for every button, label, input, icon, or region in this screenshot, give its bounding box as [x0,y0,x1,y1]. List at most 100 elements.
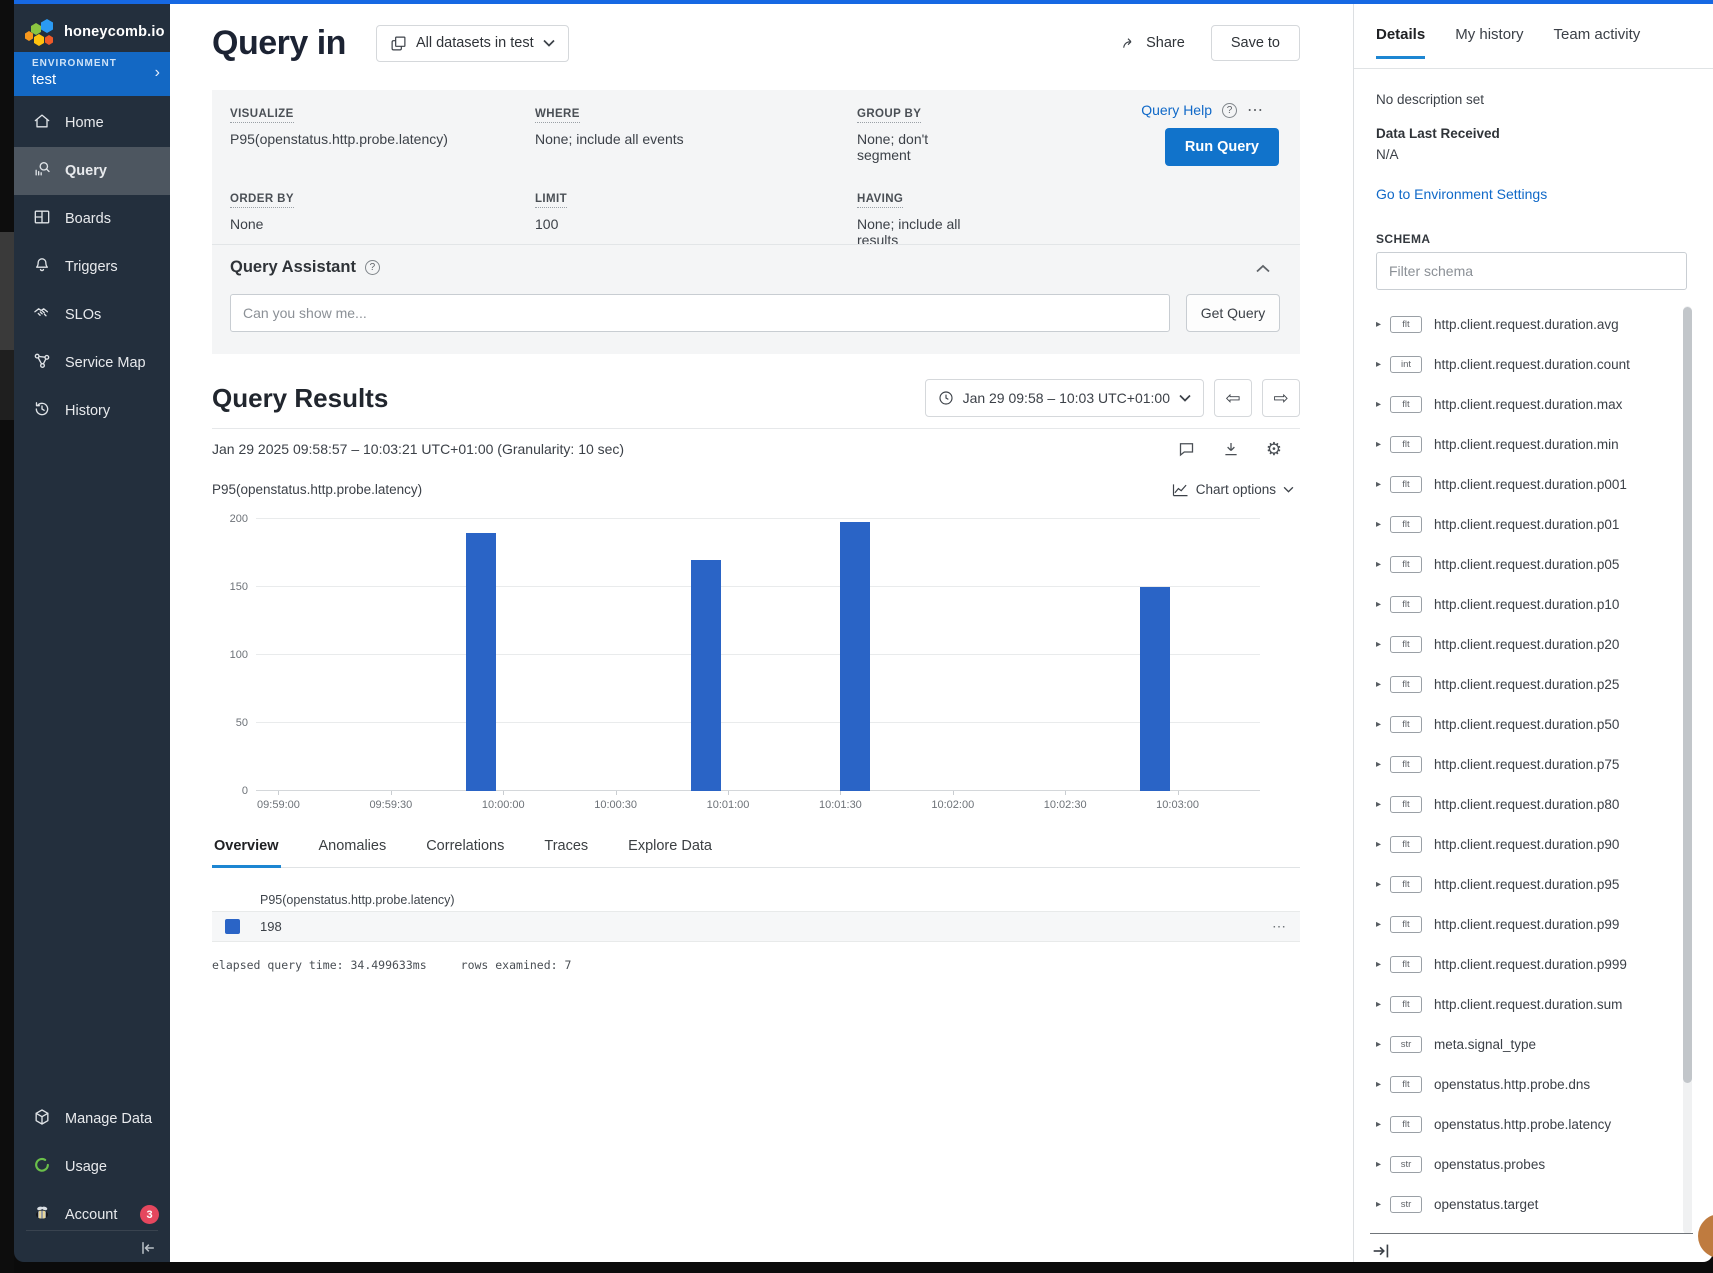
time-range-picker[interactable]: Jan 29 09:58 – 10:03 UTC+01:00 [925,379,1204,417]
expand-caret-icon[interactable]: ▸ [1376,719,1390,730]
schema-field-row[interactable]: ▸flthttp.client.request.duration.p999 [1376,944,1669,984]
tab-correlations[interactable]: Correlations [424,830,506,865]
scrollbar-thumb[interactable] [1683,307,1692,1083]
tab-anomalies[interactable]: Anomalies [317,830,389,865]
expand-caret-icon[interactable]: ▸ [1376,1199,1390,1210]
expand-caret-icon[interactable]: ▸ [1376,799,1390,810]
time-back-button[interactable]: ⇦ [1214,379,1252,417]
sidebar-item-triggers[interactable]: Triggers [14,243,170,291]
tab-overview[interactable]: Overview [212,830,281,868]
sidebar-item-service-map[interactable]: Service Map [14,339,170,387]
collapse-details-panel-icon[interactable] [1370,1240,1392,1267]
comment-icon[interactable] [1177,440,1196,458]
run-query-button[interactable]: Run Query [1165,128,1279,166]
schema-field-row[interactable]: ▸flthttp.client.request.duration.sum [1376,984,1669,1024]
download-icon[interactable] [1222,440,1240,458]
expand-caret-icon[interactable]: ▸ [1376,1039,1390,1050]
schema-field-row[interactable]: ▸flthttp.client.request.duration.p99 [1376,904,1669,944]
gear-icon[interactable]: ⚙ [1266,440,1282,458]
expand-caret-icon[interactable]: ▸ [1376,639,1390,650]
schema-field-row[interactable]: ▸inthttp.client.request.duration.count [1376,344,1669,384]
schema-field-row[interactable]: ▸flthttp.client.request.duration.p01 [1376,504,1669,544]
schema-field-row[interactable]: ▸flthttp.client.request.duration.p001 [1376,464,1669,504]
schema-field-row[interactable]: ▸fltopenstatus.http.probe.dns [1376,1064,1669,1104]
expand-caret-icon[interactable]: ▸ [1376,1119,1390,1130]
expand-caret-icon[interactable]: ▸ [1376,559,1390,570]
schema-field-row[interactable]: ▸flthttp.client.request.duration.p50 [1376,704,1669,744]
get-query-button[interactable]: Get Query [1186,294,1280,332]
details-tab-my-history[interactable]: My history [1455,26,1523,56]
builder-field-having[interactable]: HAVINGNone; include all results [857,189,970,248]
collapse-assistant-icon[interactable] [1256,260,1270,278]
dataset-selector[interactable]: All datasets in test [376,25,569,62]
schema-field-row[interactable]: ▸stropenstatus.target [1376,1184,1669,1224]
schema-field-row[interactable]: ▸flthttp.client.request.duration.p80 [1376,784,1669,824]
expand-caret-icon[interactable]: ▸ [1376,599,1390,610]
chart-options-button[interactable]: Chart options [1172,482,1300,497]
expand-caret-icon[interactable]: ▸ [1376,519,1390,530]
sidebar-item-usage[interactable]: Usage [14,1143,170,1191]
expand-caret-icon[interactable]: ▸ [1376,959,1390,970]
details-tab-details[interactable]: Details [1376,26,1425,59]
tab-explore-data[interactable]: Explore Data [626,830,714,865]
expand-caret-icon[interactable]: ▸ [1376,879,1390,890]
expand-caret-icon[interactable]: ▸ [1376,319,1390,330]
schema-field-row[interactable]: ▸strmeta.signal_type [1376,1024,1669,1064]
schema-field-row[interactable]: ▸flthttp.client.request.duration.p05 [1376,544,1669,584]
schema-field-row[interactable]: ▸flthttp.client.request.duration.p95 [1376,864,1669,904]
sidebar-item-home[interactable]: Home [14,99,170,147]
schema-field-row[interactable]: ▸flthttp.client.request.duration.p10 [1376,584,1669,624]
overflow-menu-icon[interactable]: ⋯ [1247,100,1264,120]
builder-field-visualize[interactable]: VISUALIZEP95(openstatus.http.probe.laten… [230,104,535,163]
expand-caret-icon[interactable]: ▸ [1376,399,1390,410]
help-circle-icon[interactable]: ? [365,260,380,275]
time-forward-button[interactable]: ⇨ [1262,379,1300,417]
details-tab-team-activity[interactable]: Team activity [1554,26,1641,56]
builder-field-where[interactable]: WHERENone; include all events [535,104,857,163]
tab-traces[interactable]: Traces [542,830,590,865]
builder-field-limit[interactable]: LIMIT100 [535,189,857,248]
schema-field-row[interactable]: ▸fltopenstatus.http.probe.latency [1376,1104,1669,1144]
schema-field-row[interactable]: ▸flthttp.client.request.duration.min [1376,424,1669,464]
table-row[interactable]: 198 ⋯ [212,911,1300,942]
save-to-button[interactable]: Save to [1211,25,1300,61]
expand-caret-icon[interactable]: ▸ [1376,999,1390,1010]
sidebar-item-manage-data[interactable]: Manage Data [14,1095,170,1143]
expand-caret-icon[interactable]: ▸ [1376,479,1390,490]
assistant-input[interactable] [230,294,1170,332]
honeycomb-logo[interactable]: honeycomb.io [24,14,165,50]
expand-caret-icon[interactable]: ▸ [1376,439,1390,450]
bar-chart-plot[interactable]: 05010015020009:59:0009:59:3010:00:0010:0… [256,519,1260,791]
schema-field-row[interactable]: ▸flthttp.client.request.duration.p75 [1376,744,1669,784]
schema-field-row[interactable]: ▸flthttp.client.request.duration.p25 [1376,664,1669,704]
sidebar-item-account[interactable]: Account3 [14,1191,170,1239]
schema-field-row[interactable]: ▸flthttp.client.request.duration.p90 [1376,824,1669,864]
row-overflow-menu-icon[interactable]: ⋯ [1272,918,1286,935]
sidebar-item-query[interactable]: Query [14,147,170,195]
expand-caret-icon[interactable]: ▸ [1376,1079,1390,1090]
expand-caret-icon[interactable]: ▸ [1376,1159,1390,1170]
schema-field-row[interactable]: ▸flthttp.client.request.duration.p20 [1376,624,1669,664]
collapse-sidebar-icon[interactable] [138,1238,158,1263]
expand-caret-icon[interactable]: ▸ [1376,839,1390,850]
environment-switcher[interactable]: ENVIRONMENT test › [14,52,170,96]
expand-caret-icon[interactable]: ▸ [1376,359,1390,370]
environment-settings-link[interactable]: Go to Environment Settings [1376,186,1547,202]
builder-field-group-by[interactable]: GROUP BYNone; don't segment [857,104,970,163]
help-circle-icon[interactable]: ? [1222,103,1237,118]
schema-scrollbar[interactable] [1683,306,1692,1234]
expand-caret-icon[interactable]: ▸ [1376,679,1390,690]
sidebar-item-boards[interactable]: Boards [14,195,170,243]
schema-field-row[interactable]: ▸flthttp.client.request.duration.avg [1376,304,1669,344]
sidebar-item-slos[interactable]: SLOs [14,291,170,339]
schema-field-row[interactable]: ▸flthttp.client.request.duration.max [1376,384,1669,424]
schema-field-row[interactable]: ▸stropenstatus.probes [1376,1144,1669,1184]
expand-caret-icon[interactable]: ▸ [1376,759,1390,770]
sidebar-item-history[interactable]: History [14,387,170,435]
query-help-link[interactable]: Query Help [1141,102,1212,118]
expand-caret-icon[interactable]: ▸ [1376,919,1390,930]
share-button[interactable]: Share [1120,35,1185,51]
schema-filter-input[interactable] [1376,252,1687,290]
builder-field-order-by[interactable]: ORDER BYNone [230,189,535,248]
y-axis-label: 50 [208,717,248,729]
